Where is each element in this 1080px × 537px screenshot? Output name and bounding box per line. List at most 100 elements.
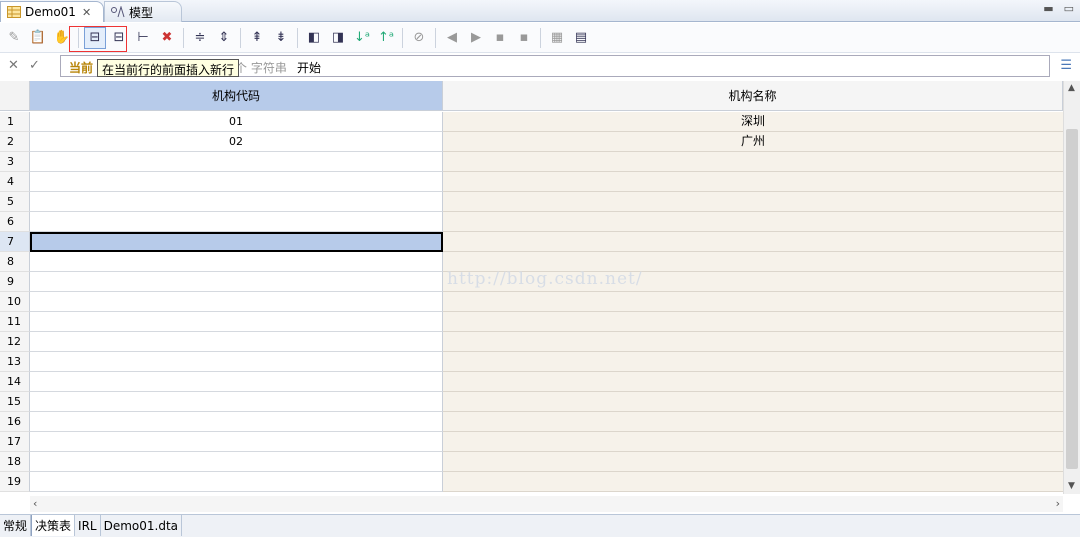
table-row[interactable]: 1 01 深圳 bbox=[0, 112, 1063, 132]
cell-code[interactable] bbox=[30, 352, 443, 372]
split-rows-icon[interactable]: ⇕ bbox=[213, 27, 235, 49]
table-layout-icon[interactable]: ▤ bbox=[570, 27, 592, 49]
collapse-icon[interactable]: ▪ bbox=[489, 27, 511, 49]
table-row[interactable]: 2 02 广州 bbox=[0, 132, 1063, 152]
close-icon[interactable]: ✕ bbox=[82, 6, 91, 19]
cell-code[interactable]: 02 bbox=[30, 132, 443, 152]
row-number[interactable]: 10 bbox=[0, 292, 30, 312]
cell-code[interactable] bbox=[30, 332, 443, 352]
properties-icon[interactable]: ▦ bbox=[546, 27, 568, 49]
table-row[interactable]: 5 bbox=[0, 192, 1063, 212]
table-row[interactable]: 15 bbox=[0, 392, 1063, 412]
cell-name[interactable] bbox=[443, 232, 1063, 252]
row-number[interactable]: 16 bbox=[0, 412, 30, 432]
confirm-icon[interactable]: ✓ bbox=[29, 58, 40, 73]
vertical-scrollbar[interactable]: ▲ ▼ bbox=[1063, 81, 1080, 494]
cell-name[interactable] bbox=[443, 292, 1063, 312]
row-number[interactable]: 6 bbox=[0, 212, 30, 232]
paste-icon[interactable]: 📋 bbox=[27, 27, 49, 49]
column-right-icon[interactable]: ▶ bbox=[465, 27, 487, 49]
cell-code[interactable] bbox=[30, 312, 443, 332]
cell-code[interactable] bbox=[30, 292, 443, 312]
cell-name[interactable]: 深圳 bbox=[443, 112, 1063, 132]
cancel-icon[interactable]: ✕ bbox=[8, 58, 19, 73]
cell-name[interactable] bbox=[443, 412, 1063, 432]
row-number[interactable]: 2 bbox=[0, 132, 30, 152]
insert-row-before-icon[interactable]: ⊟ bbox=[84, 26, 106, 49]
cell-name[interactable] bbox=[443, 172, 1063, 192]
bottom-tab[interactable]: IRL bbox=[75, 515, 101, 536]
add-child-row-icon[interactable]: ⊢ bbox=[132, 27, 154, 49]
cell-name[interactable]: 广州 bbox=[443, 132, 1063, 152]
column-header-code[interactable]: 机构代码 bbox=[30, 81, 443, 111]
bottom-tab[interactable]: Demo01.dta bbox=[101, 515, 183, 536]
row-number[interactable]: 7 bbox=[0, 232, 30, 252]
row-number[interactable]: 14 bbox=[0, 372, 30, 392]
cell-name[interactable] bbox=[443, 152, 1063, 172]
table-row[interactable]: 17 bbox=[0, 432, 1063, 452]
table-row[interactable]: 4 bbox=[0, 172, 1063, 192]
insert-column-right-icon[interactable]: ◨ bbox=[327, 27, 349, 49]
clear-icon[interactable]: ✋ bbox=[51, 27, 73, 49]
row-number[interactable]: 4 bbox=[0, 172, 30, 192]
cell-code[interactable] bbox=[30, 272, 443, 292]
expand-icon[interactable]: ▪ bbox=[513, 27, 535, 49]
scroll-right-icon[interactable]: › bbox=[1056, 497, 1060, 510]
table-row[interactable]: 18 bbox=[0, 452, 1063, 472]
maximize-icon[interactable]: ▭ bbox=[1064, 2, 1074, 15]
sort-descending-icon[interactable]: ↑ᵃ bbox=[375, 27, 397, 49]
cell-code[interactable] bbox=[30, 392, 443, 412]
cell-name[interactable] bbox=[443, 372, 1063, 392]
row-number[interactable]: 15 bbox=[0, 392, 30, 412]
table-row[interactable]: 16 bbox=[0, 412, 1063, 432]
table-row[interactable]: 7 bbox=[0, 232, 1063, 252]
table-row[interactable]: 3 bbox=[0, 152, 1063, 172]
row-number[interactable]: 17 bbox=[0, 432, 30, 452]
tab-model[interactable]: 模型 bbox=[104, 1, 182, 22]
sort-ascending-icon[interactable]: ↓ᵃ bbox=[351, 27, 373, 49]
row-number[interactable]: 8 bbox=[0, 252, 30, 272]
cell-code[interactable] bbox=[30, 372, 443, 392]
table-row[interactable]: 19 bbox=[0, 472, 1063, 492]
cell-name[interactable] bbox=[443, 352, 1063, 372]
table-row[interactable]: 14 bbox=[0, 372, 1063, 392]
bottom-tab[interactable]: 决策表 bbox=[31, 515, 76, 536]
eraser-icon[interactable]: ✎ bbox=[3, 27, 25, 49]
insert-column-left-icon[interactable]: ◧ bbox=[303, 27, 325, 49]
cell-name[interactable] bbox=[443, 452, 1063, 472]
row-number[interactable]: 11 bbox=[0, 312, 30, 332]
row-number[interactable]: 12 bbox=[0, 332, 30, 352]
scroll-up-icon[interactable]: ▲ bbox=[1068, 83, 1075, 93]
cell-code[interactable] bbox=[30, 232, 443, 252]
scroll-left-icon[interactable]: ‹ bbox=[33, 497, 37, 510]
cell-code[interactable]: 01 bbox=[30, 112, 443, 132]
scroll-down-icon[interactable]: ▼ bbox=[1068, 481, 1075, 491]
scroll-thumb[interactable] bbox=[1066, 129, 1078, 469]
table-row[interactable]: 12 bbox=[0, 332, 1063, 352]
tab-demo01[interactable]: Demo01 ✕ bbox=[0, 1, 104, 22]
cell-name[interactable] bbox=[443, 212, 1063, 232]
table-row[interactable]: 11 bbox=[0, 312, 1063, 332]
row-number[interactable]: 5 bbox=[0, 192, 30, 212]
menu-icon[interactable]: ☰ bbox=[1060, 58, 1072, 73]
column-left-icon[interactable]: ◀ bbox=[441, 27, 463, 49]
cell-code[interactable] bbox=[30, 452, 443, 472]
row-number[interactable]: 18 bbox=[0, 452, 30, 472]
column-header-name[interactable]: 机构名称 bbox=[443, 81, 1063, 111]
cell-name[interactable] bbox=[443, 432, 1063, 452]
bottom-tab[interactable]: 常规 bbox=[0, 515, 32, 536]
delete-row-icon[interactable]: ✖ bbox=[156, 27, 178, 49]
cell-code[interactable] bbox=[30, 192, 443, 212]
row-number[interactable]: 19 bbox=[0, 472, 30, 492]
disable-icon[interactable]: ⊘ bbox=[408, 27, 430, 49]
cell-name[interactable] bbox=[443, 392, 1063, 412]
cell-name[interactable] bbox=[443, 192, 1063, 212]
table-row[interactable]: 6 bbox=[0, 212, 1063, 232]
cell-name[interactable] bbox=[443, 332, 1063, 352]
merge-rows-icon[interactable]: ≑ bbox=[189, 27, 211, 49]
row-number[interactable]: 13 bbox=[0, 352, 30, 372]
cell-code[interactable] bbox=[30, 472, 443, 492]
cell-name[interactable] bbox=[443, 312, 1063, 332]
cell-code[interactable] bbox=[30, 172, 443, 192]
cell-code[interactable] bbox=[30, 252, 443, 272]
